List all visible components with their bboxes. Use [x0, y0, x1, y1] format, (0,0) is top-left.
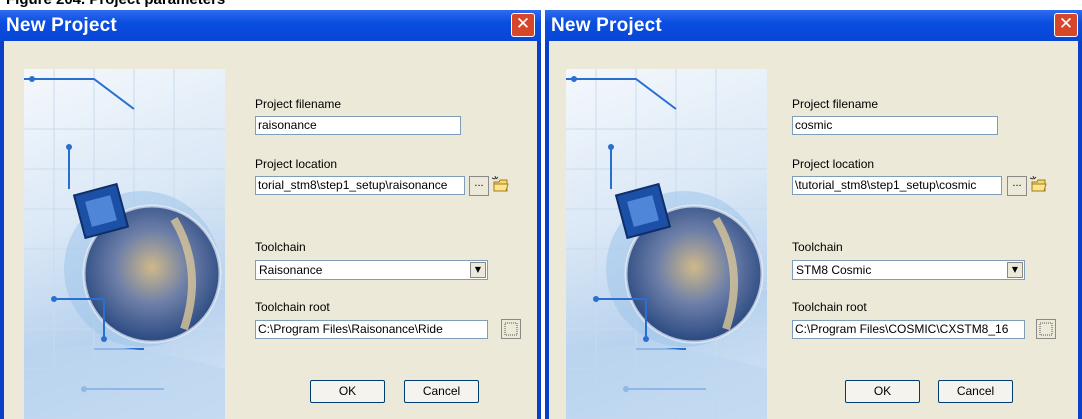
- dialog-body: Project filename raisonance Project loca…: [4, 41, 537, 419]
- dialog-title: New Project: [551, 15, 662, 36]
- browse-toolchain-root-button[interactable]: [1036, 319, 1056, 339]
- project-location-label: Project location: [792, 157, 875, 171]
- figure-caption: Figure 204. Project parameters: [6, 0, 225, 8]
- toolchain-selected-value: STM8 Cosmic: [796, 263, 872, 277]
- project-location-input[interactable]: \tutorial_stm8\step1_setup\cosmic: [792, 176, 1002, 195]
- browse-icon: [1039, 322, 1053, 336]
- new-project-dialog-cosmic: New Project ✕ Project filename cosmic Pr…: [545, 10, 1082, 419]
- close-icon: ✕: [515, 14, 531, 34]
- new-project-dialog-raisonance: New Project ✕ Project filename raisonanc…: [0, 10, 541, 419]
- browse-location-button[interactable]: ...: [469, 176, 489, 196]
- wizard-illustration: [24, 69, 225, 419]
- browse-toolchain-root-button[interactable]: [501, 319, 521, 339]
- browse-label: ...: [474, 177, 484, 189]
- close-icon: ✕: [1058, 14, 1074, 34]
- cancel-button[interactable]: Cancel: [404, 380, 479, 403]
- toolchain-root-input[interactable]: C:\Program Files\Raisonance\Ride: [255, 320, 488, 339]
- toolchain-selected-value: Raisonance: [259, 263, 323, 277]
- close-button[interactable]: ✕: [511, 13, 535, 37]
- toolchain-select[interactable]: Raisonance ▼: [255, 260, 488, 280]
- browse-label: ...: [1012, 177, 1022, 189]
- new-folder-button[interactable]: [491, 175, 511, 195]
- browse-icon: [504, 322, 518, 336]
- toolchain-root-label: Toolchain root: [255, 300, 330, 314]
- toolchain-label: Toolchain: [792, 240, 843, 254]
- new-folder-icon: [491, 175, 509, 192]
- chevron-down-icon[interactable]: ▼: [1007, 262, 1023, 278]
- project-filename-label: Project filename: [255, 97, 342, 111]
- toolchain-root-input[interactable]: C:\Program Files\COSMIC\CXSTM8_16: [792, 320, 1025, 339]
- wizard-illustration: [566, 69, 767, 419]
- project-filename-input[interactable]: cosmic: [792, 116, 998, 135]
- project-filename-label: Project filename: [792, 97, 879, 111]
- chevron-down-icon[interactable]: ▼: [470, 262, 486, 278]
- project-location-input[interactable]: torial_stm8\step1_setup\raisonance: [255, 176, 465, 195]
- ok-button[interactable]: OK: [845, 380, 920, 403]
- title-bar[interactable]: New Project ✕: [0, 10, 541, 41]
- ok-button[interactable]: OK: [310, 380, 385, 403]
- toolchain-label: Toolchain: [255, 240, 306, 254]
- new-folder-button[interactable]: [1029, 175, 1049, 195]
- cancel-button[interactable]: Cancel: [938, 380, 1013, 403]
- dialog-body: Project filename cosmic Project location…: [549, 41, 1078, 419]
- close-button[interactable]: ✕: [1054, 13, 1078, 37]
- dialog-title: New Project: [6, 15, 117, 36]
- project-filename-input[interactable]: raisonance: [255, 116, 461, 135]
- title-bar[interactable]: New Project ✕: [545, 10, 1082, 41]
- project-location-label: Project location: [255, 157, 338, 171]
- toolchain-root-label: Toolchain root: [792, 300, 867, 314]
- new-folder-icon: [1029, 175, 1047, 192]
- toolchain-select[interactable]: STM8 Cosmic ▼: [792, 260, 1025, 280]
- browse-location-button[interactable]: ...: [1007, 176, 1027, 196]
